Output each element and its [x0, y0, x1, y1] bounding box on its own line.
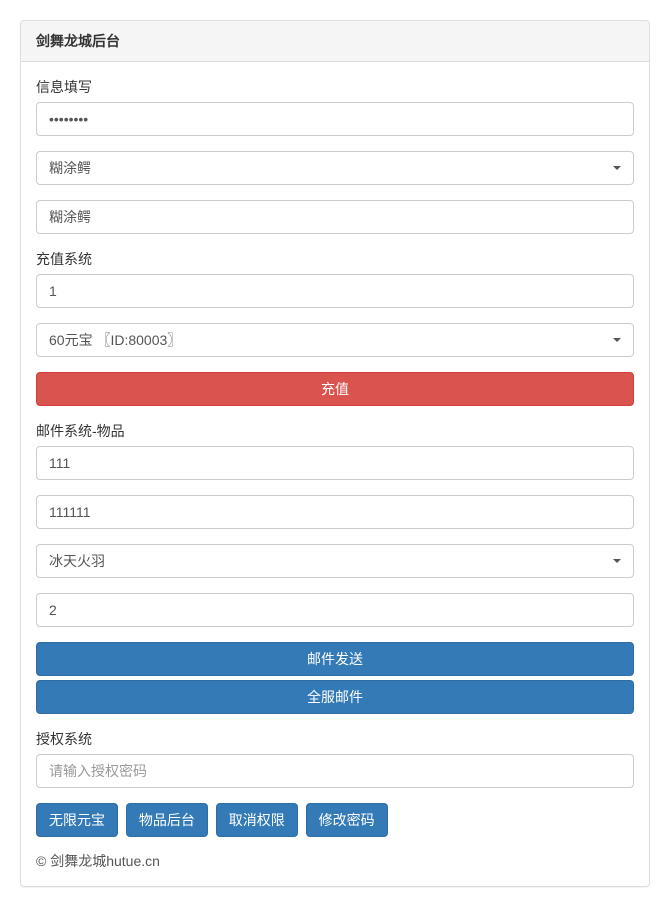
recharge-item-dropdown[interactable]: 60元宝 〖ID:80003〗 [36, 323, 634, 357]
info-section: 信息填写 [36, 77, 634, 136]
caret-down-icon [613, 166, 621, 170]
caret-down-icon [613, 338, 621, 342]
recharge-label: 充值系统 [36, 249, 634, 269]
recharge-section: 充值系统 [36, 249, 634, 308]
footer-text: © 剑舞龙城hutue.cn [36, 851, 634, 871]
recharge-button[interactable]: 充值 [36, 372, 634, 406]
auth-section: 授权系统 [36, 729, 634, 788]
info-label: 信息填写 [36, 77, 634, 97]
mail-field1-input[interactable] [36, 446, 634, 480]
auth-password-input[interactable] [36, 754, 634, 788]
mail-field2-input[interactable] [36, 495, 634, 529]
caret-down-icon [613, 559, 621, 563]
mail-field2-group [36, 495, 634, 529]
mail-quantity-group [36, 593, 634, 627]
recharge-item-dropdown-label: 60元宝 〖ID:80003〗 [49, 330, 181, 350]
character-dropdown[interactable]: 糊涂鳄 [36, 151, 634, 185]
server-mail-button[interactable]: 全服邮件 [36, 680, 634, 714]
recharge-quantity-input[interactable] [36, 274, 634, 308]
mail-buttons-group: 邮件发送 全服邮件 [36, 642, 634, 714]
panel-body: 信息填写 糊涂鳄 充值系统 60元宝 〖ID:80003〗 充值 [21, 62, 649, 886]
password-input[interactable] [36, 102, 634, 136]
account-input[interactable] [36, 200, 634, 234]
change-password-button[interactable]: 修改密码 [306, 803, 388, 837]
character-dropdown-group: 糊涂鳄 [36, 151, 634, 185]
mail-quantity-input[interactable] [36, 593, 634, 627]
panel-heading: 剑舞龙城后台 [21, 21, 649, 62]
character-dropdown-label: 糊涂鳄 [49, 158, 91, 178]
account-input-group [36, 200, 634, 234]
main-panel: 剑舞龙城后台 信息填写 糊涂鳄 充值系统 60元宝 〖ID:80003〗 [20, 20, 650, 887]
unlimited-gold-button[interactable]: 无限元宝 [36, 803, 118, 837]
mail-item-dropdown-group: 冰天火羽 [36, 544, 634, 578]
bottom-button-group: 无限元宝 物品后台 取消权限 修改密码 [36, 803, 634, 841]
recharge-button-group: 充值 [36, 372, 634, 406]
panel-title: 剑舞龙城后台 [36, 31, 634, 51]
mail-label: 邮件系统-物品 [36, 421, 634, 441]
recharge-item-dropdown-group: 60元宝 〖ID:80003〗 [36, 323, 634, 357]
item-backend-button[interactable]: 物品后台 [126, 803, 208, 837]
cancel-auth-button[interactable]: 取消权限 [216, 803, 298, 837]
auth-label: 授权系统 [36, 729, 634, 749]
mail-send-button[interactable]: 邮件发送 [36, 642, 634, 676]
mail-item-dropdown[interactable]: 冰天火羽 [36, 544, 634, 578]
mail-section: 邮件系统-物品 [36, 421, 634, 480]
mail-item-dropdown-label: 冰天火羽 [49, 551, 105, 571]
